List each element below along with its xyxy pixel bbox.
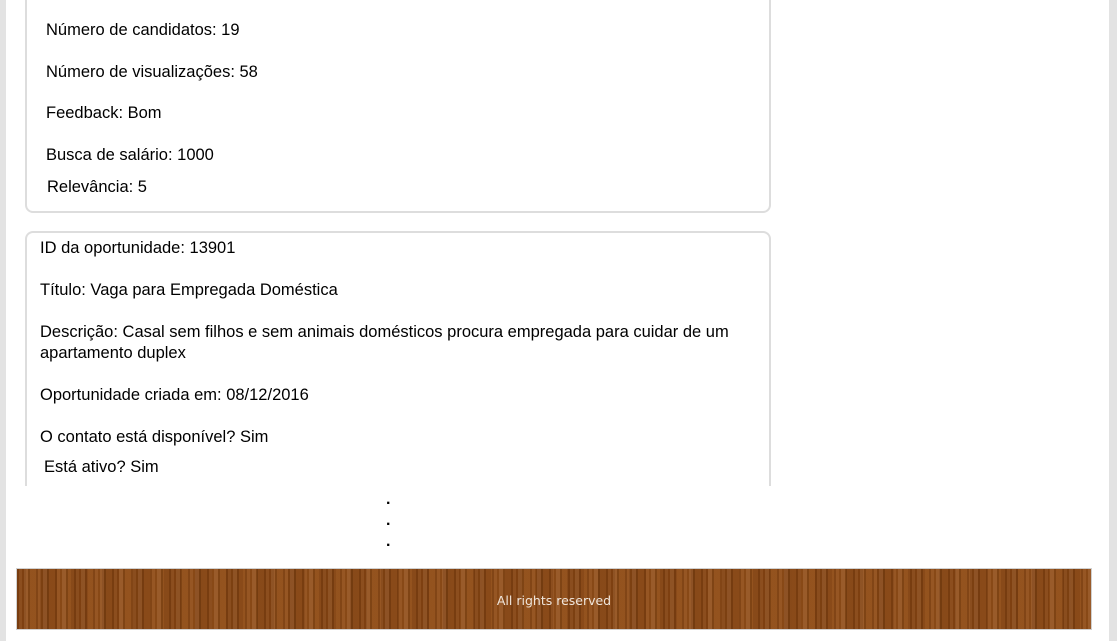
footer-copyright: All rights reserved [496,593,612,608]
footer: All rights reserved [16,568,1092,630]
opportunity-card: ID da oportunidade: 13901 Título: Vaga p… [25,231,771,506]
candidates-count: Número de candidatos: 19 [46,21,240,39]
content-cutoff [6,486,1109,566]
opportunity-card: Número de candidatos: 19 Número de visua… [25,0,771,213]
opportunity-created-date: Oportunidade criada em: 08/12/2016 [40,386,309,404]
relevance-value: Relevância: 5 [47,178,147,196]
feedback-value: Feedback: Bom [46,104,162,122]
opportunity-description: Descrição: Casal sem filhos e sem animai… [40,323,729,362]
page-content: Número de candidatos: 19 Número de visua… [6,0,1109,641]
salary-value: Busca de salário: 1000 [46,146,214,164]
opportunity-id: ID da oportunidade: 13901 [40,239,236,257]
continuation-dot: . [386,491,391,508]
continuation-dot: . [386,512,391,529]
opportunity-title: Título: Vaga para Empregada Doméstica [40,281,338,299]
contact-available: O contato está disponível? Sim [40,428,269,446]
active-status: Está ativo? Sim [44,458,159,476]
views-count: Número de visualizações: 58 [46,63,258,81]
continuation-dot: . [386,533,391,550]
